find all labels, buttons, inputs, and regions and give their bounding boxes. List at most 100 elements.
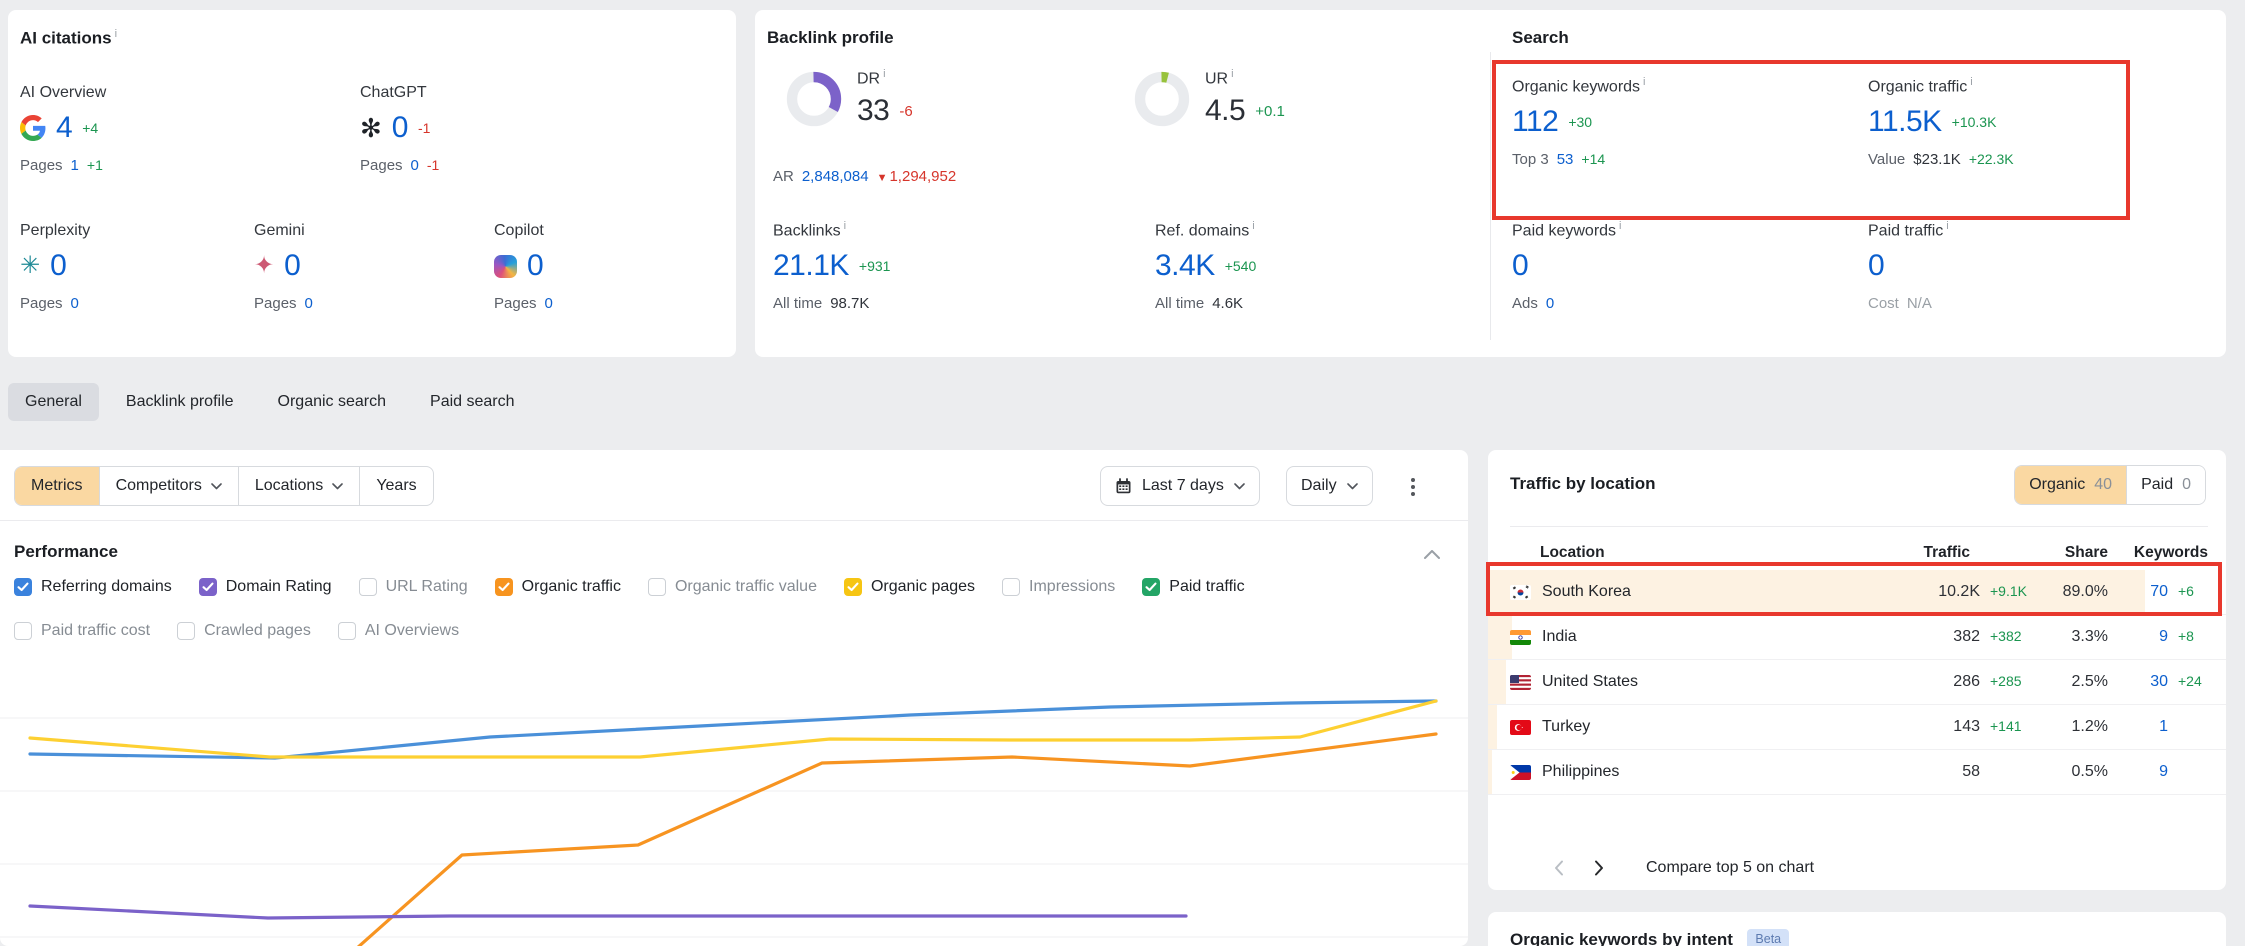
keywords-value[interactable]: 9: [2108, 628, 2168, 646]
competitors-filter-button[interactable]: Competitors: [99, 467, 238, 505]
locations-filter-button[interactable]: Locations: [238, 467, 360, 505]
location-name[interactable]: South Korea: [1540, 583, 1906, 601]
chatgpt-value: 0: [392, 113, 408, 143]
traffic-value: 382: [1906, 628, 1980, 646]
table-row-south-korea[interactable]: South Korea 10.2K+9.1K 89.0% 70+6: [1488, 570, 2226, 615]
performance-chart[interactable]: [0, 660, 1468, 946]
location-name[interactable]: India: [1540, 628, 1906, 646]
column-share[interactable]: Share: [2024, 544, 2108, 562]
top3-value[interactable]: 53: [1557, 151, 1574, 168]
ref-domains-value[interactable]: 3.4K: [1155, 251, 1215, 281]
pages-value[interactable]: 0: [71, 295, 79, 312]
keywords-value[interactable]: 9: [2108, 763, 2168, 781]
metrics-filter-button[interactable]: Metrics: [15, 467, 99, 505]
info-icon[interactable]: i: [115, 28, 117, 40]
organic-toggle-button[interactable]: Organic40: [2015, 466, 2126, 504]
checkbox-organic-pages[interactable]: Organic pages: [844, 578, 975, 596]
location-pager: Compare top 5 on chart: [1488, 846, 1814, 890]
info-icon[interactable]: i: [1970, 76, 1972, 88]
ads-value[interactable]: 0: [1546, 295, 1554, 312]
tab-organic-search[interactable]: Organic search: [261, 383, 404, 421]
checkbox-referring-domains[interactable]: Referring domains: [14, 578, 172, 596]
checkbox-paid-traffic[interactable]: Paid traffic: [1142, 578, 1244, 596]
tab-paid-search[interactable]: Paid search: [413, 383, 532, 421]
years-filter-button[interactable]: Years: [359, 467, 432, 505]
gemini-block: Gemini ✦ 0 Pages0: [254, 222, 313, 312]
location-name[interactable]: Philippines: [1540, 763, 1906, 781]
table-row-india[interactable]: India 382+382 3.3% 9+8: [1488, 615, 2226, 660]
table-row-turkey[interactable]: Turkey 143+141 1.2% 1: [1488, 705, 2226, 750]
section-divider: [1510, 526, 2208, 527]
gemini-label: Gemini: [254, 222, 313, 240]
info-icon[interactable]: i: [883, 68, 885, 80]
pages-value[interactable]: 0: [545, 295, 553, 312]
performance-title: Performance: [14, 542, 118, 562]
info-icon[interactable]: i: [1619, 220, 1621, 232]
next-page-button[interactable]: [1594, 860, 1604, 876]
chevron-down-icon: [1347, 483, 1358, 490]
pages-value[interactable]: 0: [305, 295, 313, 312]
organic-keywords-value[interactable]: 112: [1512, 107, 1558, 137]
more-options-kebab-icon[interactable]: [1405, 472, 1421, 502]
checkbox-organic-traffic-value[interactable]: Organic traffic value: [648, 578, 817, 596]
paid-traffic-block: Paid traffici 0 CostN/A: [1868, 220, 1949, 312]
compare-top5-link[interactable]: Compare top 5 on chart: [1646, 859, 1814, 877]
pages-value[interactable]: 1: [71, 157, 79, 174]
info-icon[interactable]: i: [1946, 220, 1948, 232]
flag-south-korea-icon: [1510, 585, 1531, 600]
paid-toggle-button[interactable]: Paid0: [2126, 466, 2205, 504]
previous-page-button[interactable]: [1554, 860, 1564, 876]
keywords-by-intent-title: Organic keywords by intent: [1510, 930, 1733, 946]
alltime-value: 4.6K: [1212, 295, 1243, 312]
checkbox-paid-traffic-cost[interactable]: Paid traffic cost: [14, 622, 150, 640]
column-keywords[interactable]: Keywords: [2108, 544, 2208, 562]
info-icon[interactable]: i: [844, 220, 846, 232]
backlinks-value[interactable]: 21.1K: [773, 251, 849, 281]
info-icon[interactable]: i: [1643, 76, 1645, 88]
ads-label: Ads: [1512, 295, 1538, 312]
organic-traffic-change: +10.3K: [1952, 114, 1997, 130]
gemini-value: 0: [284, 251, 300, 281]
traffic-by-location-card: Traffic by location Organic40 Paid0 Loca…: [1488, 450, 2226, 890]
organic-keywords-label: Organic keywords: [1512, 78, 1640, 95]
granularity-button[interactable]: Daily: [1286, 466, 1373, 506]
location-table-header: Location Traffic Share Keywords: [1488, 536, 2226, 570]
info-icon[interactable]: i: [1252, 220, 1254, 232]
location-name[interactable]: United States: [1540, 673, 1906, 691]
performance-card: Metrics Competitors Locations Years Last…: [0, 450, 1468, 946]
tab-general[interactable]: General: [8, 383, 99, 421]
ar-value[interactable]: 2,848,084: [802, 168, 869, 185]
paid-traffic-value[interactable]: 0: [1868, 251, 1884, 281]
checkbox-url-rating[interactable]: URL Rating: [359, 578, 468, 596]
pages-value[interactable]: 0: [411, 157, 419, 174]
table-row-philippines[interactable]: Philippines 58 0.5% 9: [1488, 750, 2226, 795]
column-location[interactable]: Location: [1540, 544, 1906, 562]
copilot-icon: [494, 255, 517, 278]
location-name[interactable]: Turkey: [1540, 718, 1906, 736]
checkbox-ai-overviews[interactable]: AI Overviews: [338, 622, 459, 640]
table-row-united-states[interactable]: United States 286+285 2.5% 30+24: [1488, 660, 2226, 705]
share-value: 0.5%: [2024, 763, 2108, 781]
tab-backlink-profile[interactable]: Backlink profile: [109, 383, 251, 421]
keywords-value[interactable]: 30: [2108, 673, 2168, 691]
checkbox-domain-rating[interactable]: Domain Rating: [199, 578, 332, 596]
keywords-value[interactable]: 70: [2108, 583, 2168, 601]
ai-overview-value: 4: [56, 113, 72, 143]
paid-keywords-value[interactable]: 0: [1512, 251, 1528, 281]
column-traffic[interactable]: Traffic: [1906, 544, 2024, 562]
keywords-value[interactable]: 1: [2108, 718, 2168, 736]
organic-traffic-value[interactable]: 11.5K: [1868, 107, 1942, 137]
checkbox-organic-traffic[interactable]: Organic traffic: [495, 578, 621, 596]
checkbox-unchecked-icon: [338, 622, 356, 640]
dr-value: 33: [857, 96, 889, 126]
share-bar: [1488, 750, 1492, 794]
keywords-change: +24: [2168, 673, 2208, 689]
checkbox-crawled-pages[interactable]: Crawled pages: [177, 622, 311, 640]
checkbox-impressions[interactable]: Impressions: [1002, 578, 1115, 596]
value-amount: $23.1K: [1913, 151, 1961, 168]
pages-label: Pages: [20, 295, 63, 312]
chatgpt-icon: ✻: [360, 115, 382, 141]
date-range-button[interactable]: Last 7 days: [1100, 466, 1260, 506]
info-icon[interactable]: i: [1231, 68, 1233, 80]
collapse-section-button[interactable]: [1424, 546, 1440, 564]
